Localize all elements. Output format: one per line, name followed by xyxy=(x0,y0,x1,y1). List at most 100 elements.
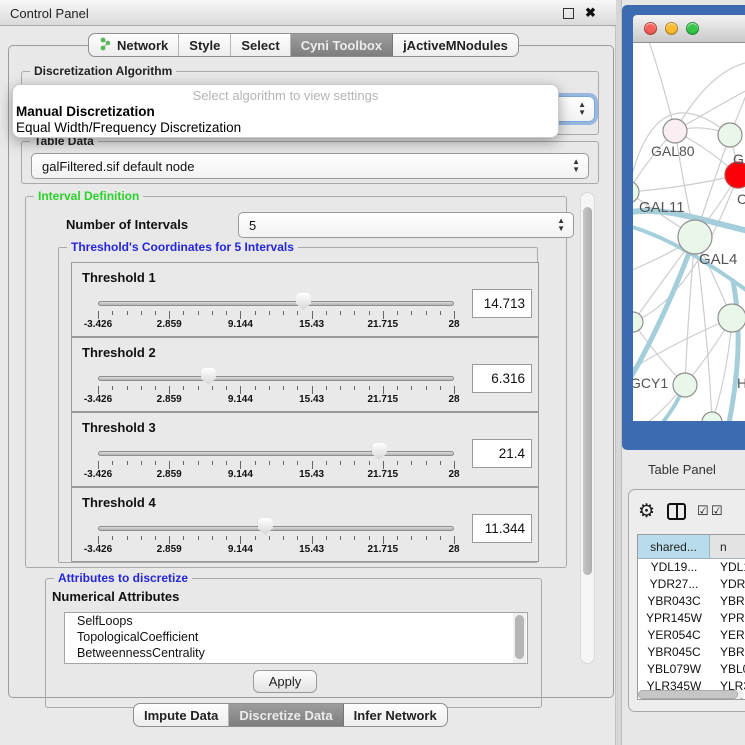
window-title: Control Panel xyxy=(10,6,89,21)
network-node[interactable] xyxy=(673,373,697,397)
network-canvas[interactable]: GAL80GCGAL11GAL4GCY1HHAP2 xyxy=(633,43,745,421)
table-horizontal-scrollbar[interactable] xyxy=(638,690,744,699)
scrollbar-thumb[interactable] xyxy=(638,690,738,699)
threshold-value-field[interactable] xyxy=(472,289,532,318)
network-node[interactable] xyxy=(633,312,643,332)
tab-jactivemnodules[interactable]: jActiveMNodules xyxy=(393,34,518,56)
network-node[interactable] xyxy=(702,412,722,421)
cell-shared-name: YBL079W xyxy=(638,661,710,678)
column-header-shared-name[interactable]: shared... xyxy=(638,535,710,558)
cell-name: YBR0 xyxy=(710,593,745,610)
network-edge-thick xyxy=(728,281,738,421)
apply-button[interactable]: Apply xyxy=(253,670,317,693)
table-row[interactable]: YBR045CYBR0 xyxy=(638,644,745,661)
combo-stepper-icon: ▲▼ xyxy=(557,217,565,233)
slider-thumb[interactable] xyxy=(201,368,216,385)
apply-button-label: Apply xyxy=(269,674,302,689)
slider-track[interactable] xyxy=(98,526,454,531)
tab-style[interactable]: Style xyxy=(179,34,231,56)
attribute-item-betweennesscentrality[interactable]: BetweennessCentrality xyxy=(65,645,527,661)
table-panel-window: ⚙ ☑ ☑ shared... n YDL19...YDL1YDR27...YD… xyxy=(628,489,745,712)
slider-track[interactable] xyxy=(98,301,454,306)
scrollbar-thumb[interactable] xyxy=(515,615,524,659)
cell-shared-name: YDR27... xyxy=(638,576,710,593)
threshold-value-field[interactable] xyxy=(472,514,532,543)
mac-close-icon[interactable] xyxy=(644,22,657,35)
network-edge xyxy=(648,43,675,131)
column-header-name[interactable]: n xyxy=(710,535,745,558)
table-data-value: galFiltered.sif default node xyxy=(42,159,194,174)
node-label-c: C xyxy=(737,191,745,207)
node-label-gal11: GAL11 xyxy=(639,199,685,216)
threshold-value-field[interactable] xyxy=(472,439,532,468)
popup-placeholder-item[interactable]: Select algorithm to view settings xyxy=(13,85,558,104)
tab-cyni-toolbox[interactable]: Cyni Toolbox xyxy=(291,34,393,56)
slider-thumb[interactable] xyxy=(372,443,387,460)
table-panel-toolbar: ⚙ ☑ ☑ xyxy=(637,500,745,526)
table-row[interactable]: YBL079WYBL0 xyxy=(638,661,745,678)
slider-tick-labels: -3.4262.8599.14415.4321.71528 xyxy=(98,469,454,481)
threshold-3-panel: Threshold 3-3.4262.8599.14415.4321.71528 xyxy=(71,412,539,487)
right-side-area: GAL80GCGAL11GAL4GCY1HHAP2 Table Panel ⚙ … xyxy=(622,0,745,745)
slider-track[interactable] xyxy=(98,451,454,456)
screen: Control Panel ✖ Discretization Algorithm… xyxy=(0,0,745,745)
table-row[interactable]: YER054CYER0 xyxy=(638,627,745,644)
threshold-4-panel: Threshold 4 -3.4262.8599.14415.4321.71528 xyxy=(71,487,539,562)
panel-scrollbar[interactable] xyxy=(580,192,595,664)
mac-zoom-icon[interactable] xyxy=(686,22,699,35)
table-row[interactable]: YPR145WYPR1 xyxy=(638,610,745,627)
threshold-1-panel: Threshold 1-3.4262.8599.14415.4321.71528 xyxy=(71,262,539,337)
popup-item-manual-discretization[interactable]: Manual Discretization xyxy=(13,104,558,120)
control-panel-window: Control Panel ✖ Discretization Algorithm… xyxy=(0,0,616,745)
attribute-item-topologicalcoefficient[interactable]: TopologicalCoefficient xyxy=(65,629,527,645)
node-label-h: H xyxy=(737,375,745,391)
cell-name: YER0 xyxy=(710,627,745,644)
slider-thumb[interactable] xyxy=(296,293,311,310)
table-row[interactable]: YDR27...YDR2 xyxy=(638,576,745,593)
slider-tick-labels: -3.4262.8599.14415.4321.71528 xyxy=(98,544,454,556)
slider-ticks xyxy=(98,386,454,394)
table-data-combobox[interactable]: galFiltered.sif default node ▲▼ xyxy=(31,153,589,179)
tab-infer-network[interactable]: Infer Network xyxy=(344,704,447,726)
network-node[interactable] xyxy=(663,119,687,143)
slider-ticks xyxy=(98,536,454,544)
threshold-label: Threshold 4 xyxy=(82,495,156,510)
gear-icon[interactable]: ⚙ xyxy=(638,500,655,523)
group-title-thresholds: Threshold's Coordinates for 5 Intervals xyxy=(67,240,298,254)
tab-label: Impute Data xyxy=(144,708,218,723)
tab-discretize-data[interactable]: Discretize Data xyxy=(229,704,343,726)
attributes-list-scrollbar[interactable] xyxy=(513,613,526,663)
scrollbar-thumb[interactable] xyxy=(583,207,592,575)
table-row[interactable]: YBR043CYBR0 xyxy=(638,593,745,610)
slider-track[interactable] xyxy=(98,376,454,381)
threshold-value-field[interactable] xyxy=(472,364,532,393)
control-panel-titlebar: Control Panel ✖ xyxy=(0,0,616,26)
tab-impute-data[interactable]: Impute Data xyxy=(134,704,229,726)
tab-label: Infer Network xyxy=(354,708,437,723)
node-label-gcy1: GCY1 xyxy=(633,375,668,391)
node-label-g: G xyxy=(733,151,744,167)
mac-minimize-icon[interactable] xyxy=(665,22,678,35)
tab-network[interactable]: Network xyxy=(89,34,179,56)
numerical-attributes-list[interactable]: SelfLoopsTopologicalCoefficientBetweenne… xyxy=(64,612,528,664)
table-row[interactable]: YDL19...YDL1 xyxy=(638,559,745,576)
slider-tick-labels: -3.4262.8599.14415.4321.71528 xyxy=(98,319,454,331)
popup-item-equal-width-frequency-discretization[interactable]: Equal Width/Frequency Discretization xyxy=(13,120,558,136)
close-icon[interactable]: ✖ xyxy=(585,5,596,21)
number-of-intervals-combobox[interactable]: 5 ▲▼ xyxy=(238,212,574,238)
network-node[interactable] xyxy=(678,220,712,254)
checkbox-icon[interactable]: ☑ xyxy=(697,503,709,519)
float-window-icon[interactable] xyxy=(563,8,574,19)
network-graph xyxy=(633,43,745,421)
network-window-titlebar[interactable] xyxy=(633,15,745,43)
attribute-item-selfloops[interactable]: SelfLoops xyxy=(65,613,527,629)
split-columns-icon[interactable] xyxy=(667,503,686,520)
slider-thumb[interactable] xyxy=(258,518,273,535)
network-view-window: GAL80GCGAL11GAL4GCY1HHAP2 xyxy=(622,5,745,450)
combo-stepper-icon: ▲▼ xyxy=(572,158,580,174)
tab-select[interactable]: Select xyxy=(231,34,290,56)
cell-shared-name: YBR045C xyxy=(638,644,710,661)
network-node[interactable] xyxy=(718,304,745,332)
checkbox-icon[interactable]: ☑ xyxy=(711,503,723,519)
network-node[interactable] xyxy=(718,123,742,147)
